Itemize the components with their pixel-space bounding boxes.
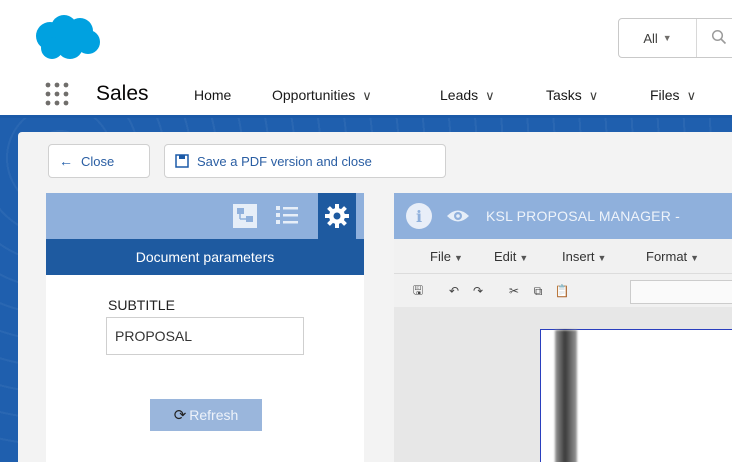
nav-item-label: Files: [650, 87, 680, 103]
nav-item-label: Leads: [440, 87, 479, 103]
global-search[interactable]: All ▼: [618, 18, 732, 58]
editor-title: KSL PROPOSAL MANAGER -: [486, 208, 680, 224]
panel-toolbar: [46, 193, 364, 239]
menu-edit[interactable]: Edit ▼: [494, 249, 528, 264]
paste-icon[interactable]: 📋: [552, 281, 572, 301]
chevron-down-icon[interactable]: ∨: [589, 88, 599, 104]
chevron-down-icon[interactable]: ∨: [485, 88, 495, 104]
menu-label: Edit: [494, 249, 517, 264]
settings-tab[interactable]: [318, 193, 356, 239]
content-background: ← Close Save a PDF version and close Doc…: [0, 118, 732, 462]
save-pdf-button[interactable]: Save a PDF version and close: [164, 144, 446, 178]
editor-toolbar: 🖫 ↶ ↷ ✂ ⧉ 📋: [394, 273, 732, 307]
save-pdf-button-label: Save a PDF version and close: [197, 153, 372, 169]
caret-down-icon: ▼: [453, 253, 463, 263]
caret-down-icon: ▼: [597, 253, 607, 263]
chevron-down-icon[interactable]: ∨: [687, 88, 697, 104]
nav-item-tasks[interactable]: Tasks ∨: [546, 87, 598, 104]
menu-file[interactable]: File ▼: [430, 249, 463, 264]
document-preview-area: [394, 307, 732, 462]
nav-item-label: Tasks: [546, 87, 582, 103]
app-launcher-icon[interactable]: [44, 81, 70, 107]
refresh-button[interactable]: ⟳ Refresh: [150, 399, 262, 431]
editor-panel: i KSL PROPOSAL MANAGER - File ▼ Edit ▼ Ins…: [394, 193, 732, 462]
cut-icon[interactable]: ✂: [504, 281, 524, 301]
app-name: Sales: [96, 82, 149, 105]
document-page[interactable]: [540, 329, 732, 462]
list-icon[interactable]: [274, 203, 300, 229]
arrow-left-icon: ←: [59, 153, 73, 169]
app-nav-bar: Sales Home Opportunities ∨ Leads ∨ Tasks ∨ …: [0, 72, 732, 118]
panel-title: Document parameters: [46, 239, 364, 275]
info-icon[interactable]: i: [406, 203, 432, 229]
nav-item-opportunities[interactable]: Opportunities ∨: [272, 87, 372, 104]
search-icon[interactable]: [711, 29, 727, 45]
menu-format[interactable]: Format ▼: [646, 249, 699, 264]
page: All ▼ Sales Home Opportunities ∨ Leads ∨: [0, 0, 732, 462]
chevron-down-icon[interactable]: ∨: [362, 88, 372, 104]
document-card: ← Close Save a PDF version and close Doc…: [18, 132, 732, 462]
structure-icon[interactable]: [232, 203, 258, 229]
subtitle-input[interactable]: [106, 317, 304, 355]
close-button-label: Close: [81, 153, 115, 169]
caret-down-icon: ▼: [690, 253, 700, 263]
refresh-button-label: Refresh: [189, 407, 239, 423]
eye-icon[interactable]: [446, 207, 470, 225]
save-icon: [175, 154, 189, 168]
page-decoration: [555, 330, 577, 462]
salesforce-logo-icon[interactable]: [30, 12, 104, 62]
menu-label: Insert: [562, 249, 595, 264]
nav-item-leads[interactable]: Leads ∨: [440, 87, 495, 104]
caret-down-icon: ▼: [519, 253, 529, 263]
search-scope-label: All: [643, 30, 658, 46]
editor-menu-bar: File ▼ Edit ▼ Insert ▼ Format ▼: [394, 239, 732, 273]
menu-label: File: [430, 249, 451, 264]
save-icon[interactable]: 🖫: [408, 281, 428, 301]
nav-item-label: Home: [194, 87, 232, 103]
global-header: All ▼: [0, 0, 732, 72]
nav-item-label: Opportunities: [272, 87, 356, 103]
nav-item-files[interactable]: Files ∨: [650, 87, 696, 104]
menu-label: Format: [646, 249, 688, 264]
redo-icon[interactable]: ↷: [468, 281, 488, 301]
copy-icon[interactable]: ⧉: [528, 281, 548, 301]
search-scope-select[interactable]: All ▼: [619, 19, 697, 57]
caret-down-icon: ▼: [662, 33, 672, 43]
style-select[interactable]: [630, 280, 732, 304]
gear-icon: [325, 204, 349, 228]
refresh-icon: ⟳: [173, 407, 187, 424]
close-button[interactable]: ← Close: [48, 144, 150, 178]
parameters-panel: Document parameters SUBTITLE ⟳ Refresh: [46, 193, 364, 462]
menu-insert[interactable]: Insert ▼: [562, 249, 606, 264]
nav-item-home[interactable]: Home: [194, 87, 231, 103]
subtitle-label: SUBTITLE: [108, 297, 175, 313]
undo-icon[interactable]: ↶: [444, 281, 464, 301]
editor-header: i KSL PROPOSAL MANAGER -: [394, 193, 732, 239]
